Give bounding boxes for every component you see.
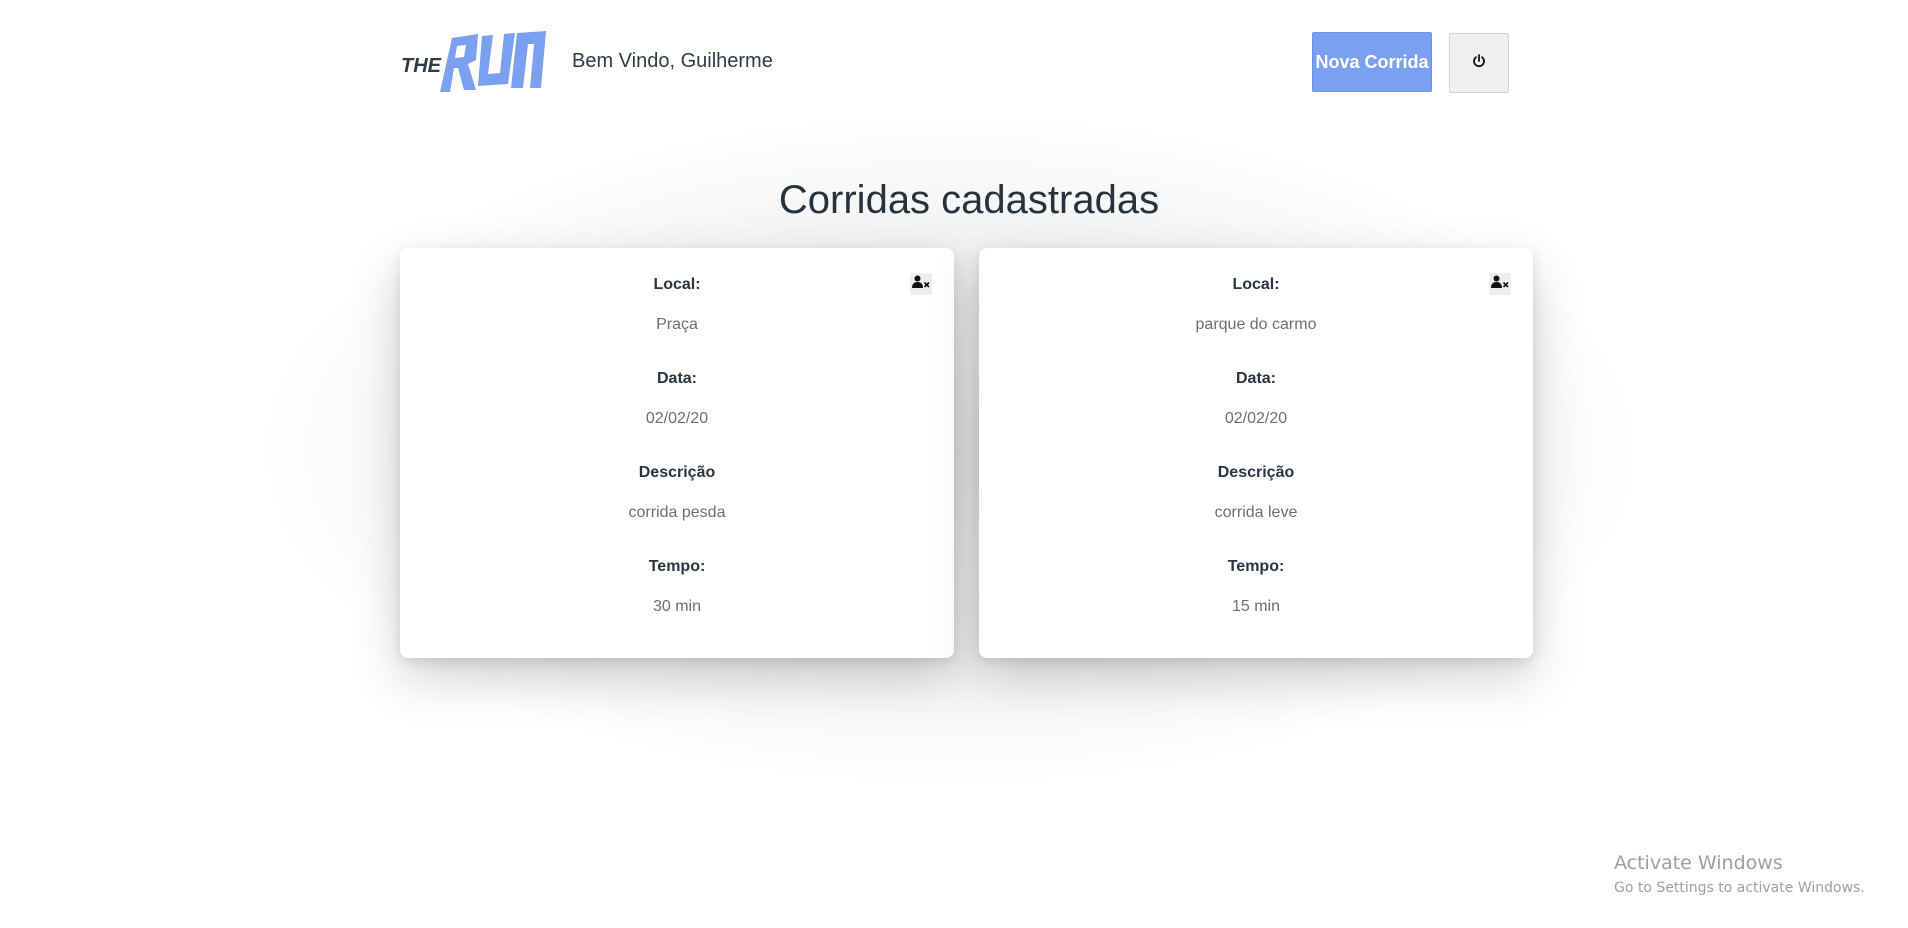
power-icon	[1472, 53, 1486, 73]
watermark-subtitle: Go to Settings to activate Windows.	[1614, 880, 1865, 896]
local-value: parque do carmo	[1195, 316, 1317, 333]
description-value: corrida leve	[1214, 504, 1298, 521]
date-label: Data:	[656, 370, 697, 387]
watermark-title: Activate Windows	[1614, 852, 1783, 874]
local-label: Local:	[1232, 276, 1280, 293]
welcome-message: Bem Vindo, Guilherme	[572, 50, 773, 72]
time-label: Tempo:	[1227, 558, 1285, 575]
run-card: Local: parque do carmo Data: 02/02/20 De…	[979, 248, 1533, 658]
header: THE Bem Vindo, Guilherme Nova Corrida	[400, 26, 1512, 94]
the-run-logo[interactable]: THE	[400, 30, 548, 94]
date-label: Data:	[1235, 370, 1276, 387]
description-value: corrida pesda	[628, 504, 726, 521]
run-card: Local: Praça Data: 02/02/20 Descrição co…	[400, 248, 954, 658]
new-run-button[interactable]: Nova Corrida	[1312, 32, 1432, 92]
time-value: 15 min	[1231, 598, 1281, 615]
local-label: Local:	[653, 276, 701, 293]
date-value: 02/02/20	[645, 410, 709, 427]
time-value: 30 min	[652, 598, 702, 615]
page: THE Bem Vindo, Guilherme Nova Corrida Co…	[0, 0, 1908, 928]
date-value: 02/02/20	[1224, 410, 1288, 427]
windows-activation-watermark: Activate Windows Go to Settings to activ…	[1614, 852, 1865, 896]
svg-text:THE: THE	[401, 55, 442, 77]
local-value: Praça	[656, 316, 698, 333]
description-label: Descrição	[638, 464, 716, 481]
new-run-button-label: Nova Corrida	[1315, 51, 1429, 72]
time-label: Tempo:	[648, 558, 706, 575]
logout-button[interactable]	[1449, 33, 1509, 93]
page-title: Corridas cadastradas	[778, 178, 1160, 222]
description-label: Descrição	[1217, 464, 1295, 481]
